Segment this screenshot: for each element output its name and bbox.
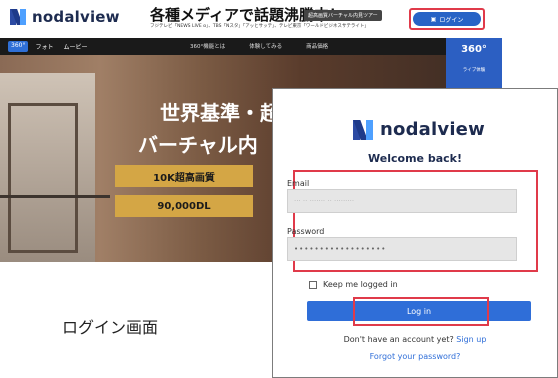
- nodalview-logo-icon: [353, 119, 373, 140]
- signup-row: Don't have an account yet? Sign up: [273, 335, 557, 344]
- nav-item-try[interactable]: 体験してみる: [249, 42, 282, 50]
- forgot-password-link[interactable]: Forgot your password?: [273, 352, 557, 361]
- hero-title-line-2: バーチャル内: [138, 133, 258, 157]
- top-login-highlight: ▣ ログイン: [409, 8, 485, 30]
- tab-photo[interactable]: フォト: [32, 41, 56, 52]
- site-navbar: 360° フォト ムービー 360°機能とは 体験してみる 商品価格: [0, 38, 502, 55]
- welcome-heading: Welcome back!: [368, 152, 462, 165]
- media-tabs: 360° フォト ムービー: [8, 41, 90, 52]
- login-button-highlight: [353, 297, 489, 326]
- keep-logged-in-label: Keep me logged in: [323, 280, 398, 289]
- top-login-button[interactable]: ▣ ログイン: [413, 12, 481, 26]
- hero-chip-downloads: 90,000DL: [115, 195, 253, 217]
- nav-item-about-360[interactable]: 360°機能とは: [190, 42, 225, 50]
- hero-title-line-1: 世界基準・超: [160, 101, 280, 125]
- password-label: Password: [287, 227, 325, 236]
- login-modal: nodalview Welcome back! Email ··· ·· ···…: [272, 88, 558, 378]
- password-field[interactable]: ••••••••••••••••••: [287, 237, 517, 261]
- tab-360[interactable]: 360°: [8, 41, 29, 52]
- site-header: nodalview 各種メディアで話題沸騰中！ 超高画質バーチャル内見ツアー フ…: [0, 0, 502, 34]
- signup-prompt: Don't have an account yet?: [343, 335, 454, 344]
- top-login-label: ログイン: [439, 16, 464, 24]
- sidebar-360-button[interactable]: 360° ライブ体験: [446, 38, 502, 90]
- nodalview-logo-icon: [10, 9, 26, 25]
- modal-brand-name: nodalview: [380, 119, 485, 140]
- promo-pill[interactable]: 超高画質バーチャル内見ツアー: [304, 10, 382, 21]
- keep-logged-in[interactable]: Keep me logged in: [309, 280, 398, 289]
- nav-item-pricing[interactable]: 商品価格: [306, 42, 328, 50]
- caption-login-screen: ログイン画面: [62, 318, 159, 337]
- login-icon: ▣: [430, 15, 437, 23]
- hero-room-photo: [0, 73, 95, 262]
- hero-chip-resolution: 10K超高画質: [115, 165, 253, 187]
- balcony-rail: [0, 195, 110, 198]
- main-nav: 360°機能とは 体験してみる 商品価格: [190, 42, 328, 50]
- site-brand-name: nodalview: [32, 8, 120, 26]
- tab-movie[interactable]: ムービー: [60, 41, 90, 52]
- email-field[interactable]: ··· ·· ······· ·· ·········: [287, 189, 517, 213]
- modal-logo: nodalview: [353, 119, 485, 140]
- window-frame: [8, 103, 78, 253]
- site-brand[interactable]: nodalview: [10, 8, 120, 26]
- signup-link[interactable]: Sign up: [456, 335, 486, 344]
- keep-logged-in-checkbox[interactable]: [309, 280, 317, 289]
- media-subline: フジテレビ「NEWS LIVE α」、TBS「Nスタ」「アッとサッテ」、テレビ東…: [150, 24, 369, 29]
- sidebar-360-label: 360°: [461, 44, 487, 55]
- sidebar-360-sublabel: ライブ体験: [462, 68, 486, 73]
- email-label: Email: [287, 179, 310, 188]
